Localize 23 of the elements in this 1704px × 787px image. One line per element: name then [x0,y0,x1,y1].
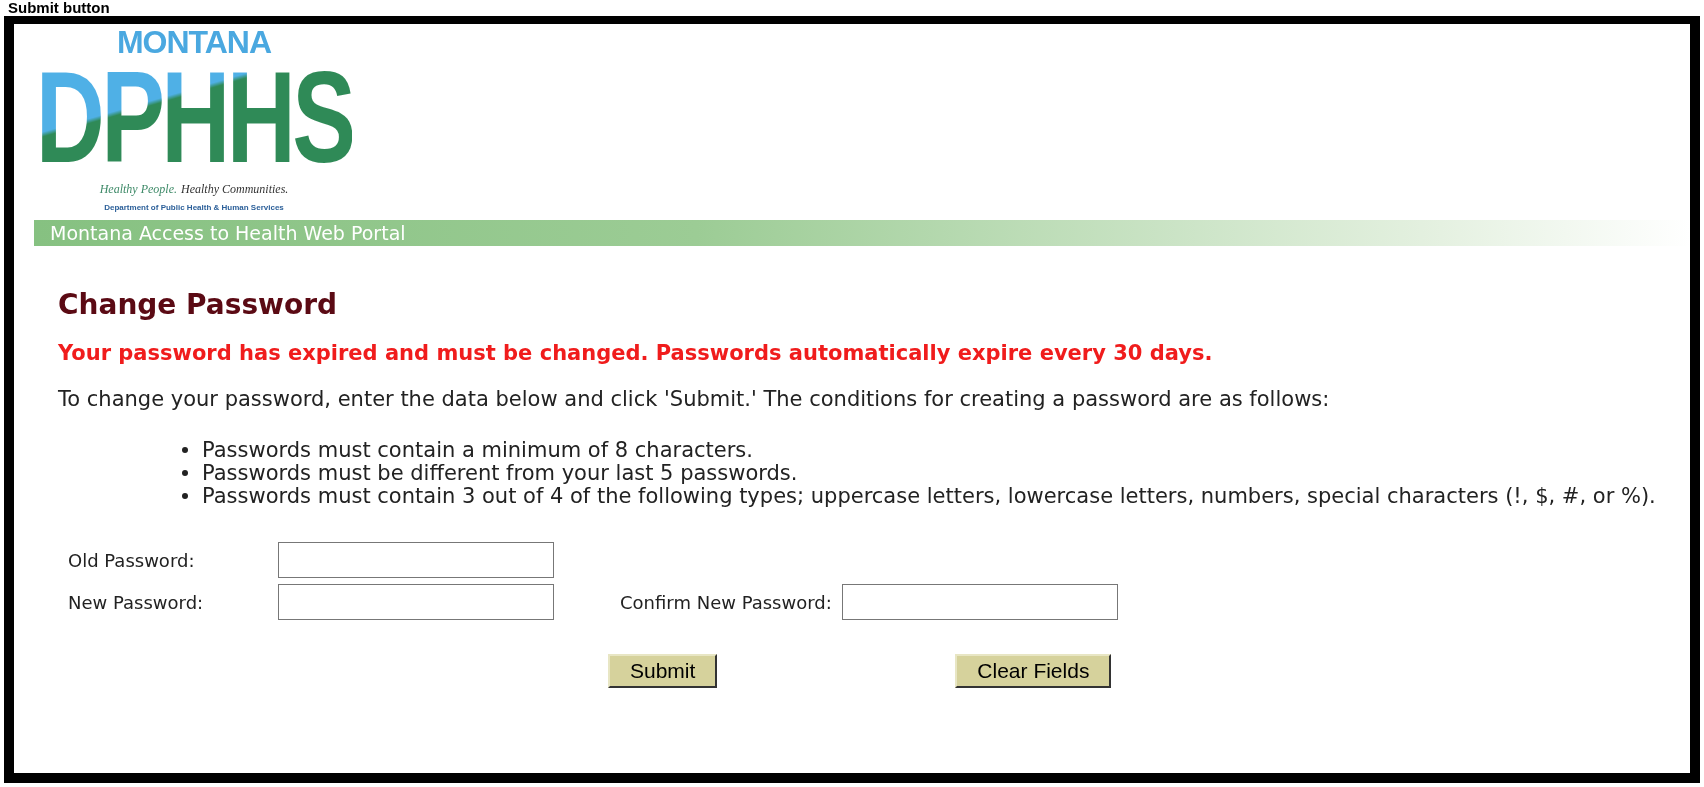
rule-text: Passwords must be different from your last 5 passwords. [202,462,798,485]
expiry-alert-text: Your password has expired and must be changed. Passwords automatically expire every 30 days. [58,341,1214,365]
old-password-field[interactable] [278,542,554,578]
new-password-field[interactable] [278,584,554,620]
bullet-icon [182,470,188,476]
form-button[interactable]: Submit [608,654,718,688]
field-label: New Password: [68,591,205,613]
banner-title: Montana Access to Health Web Portal [49,222,406,244]
rule-text: Passwords must contain 3 out of 4 of the following types; uppercase letters, lowercase letters, numbers, special characters (!, $, #, or %). [202,485,1656,508]
form-button[interactable]: Clear Fields [955,654,1112,688]
logo-department-text: Department of Public Health & Human Services [104,203,284,212]
logo-tagline: Healthy People. [99,182,177,197]
field-label: Old Password: [68,549,196,571]
page-heading: Change Password [58,288,339,321]
rule-text: Passwords must contain a minimum of 8 characters. [202,439,753,462]
intro-paragraph: To change your password, enter the data below and click 'Submit.' The conditions for creating a password are as follows: [58,387,1331,411]
field-label: Confirm New Password: [620,591,832,613]
bullet-icon [182,493,188,499]
caption-text: Submit button [7,0,111,16]
confirm-password-field[interactable] [841,584,1118,620]
bullet-icon [182,447,188,453]
logo-state-text: MONTANA [116,26,272,58]
logo-tagline: Healthy Communities. [181,182,289,197]
